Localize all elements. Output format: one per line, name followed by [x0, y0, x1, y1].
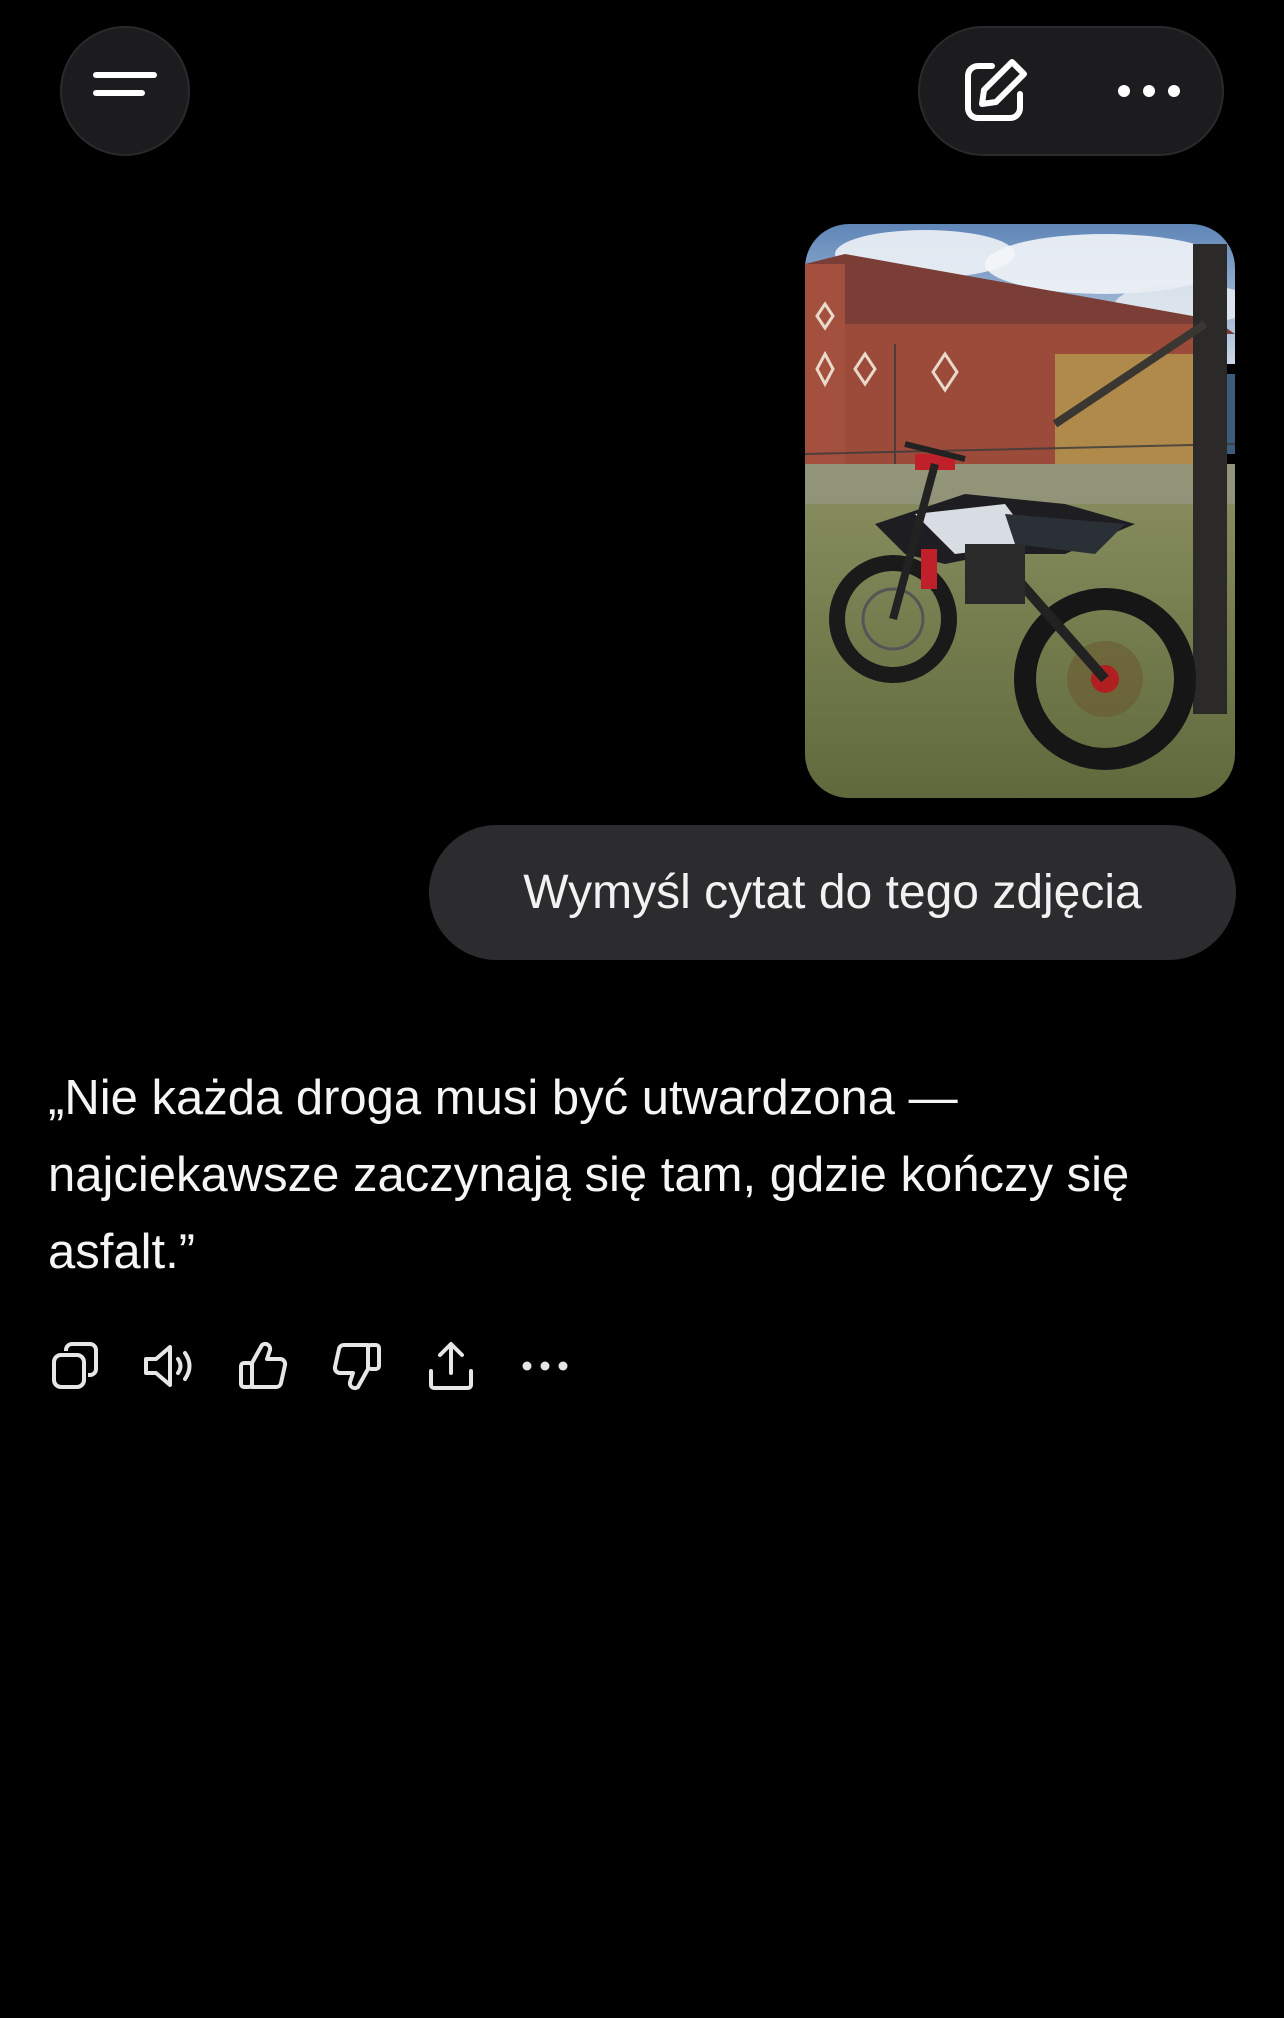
- hamburger-menu-icon: [93, 72, 157, 96]
- read-aloud-button[interactable]: [142, 1339, 196, 1393]
- share-icon: [429, 1342, 473, 1390]
- assistant-message-text: „Nie każda droga musi być utwardzona — n…: [48, 1071, 1130, 1279]
- user-message-bubble[interactable]: Wymyśl cytat do tego zdjęcia: [429, 825, 1236, 960]
- user-message-text: Wymyśl cytat do tego zdjęcia: [523, 866, 1142, 919]
- bad-response-button[interactable]: [330, 1339, 384, 1393]
- new-chat-button[interactable]: [940, 28, 1050, 154]
- header-actions: [918, 26, 1224, 156]
- copy-icon: [52, 1342, 98, 1389]
- more-horizontal-icon: [1118, 85, 1180, 97]
- menu-button[interactable]: [60, 26, 190, 156]
- motorcycle-photo: [805, 224, 1235, 798]
- speaker-icon: [144, 1345, 192, 1387]
- more-options-button[interactable]: [1094, 28, 1204, 154]
- more-actions-button[interactable]: [518, 1339, 572, 1393]
- message-actions: [48, 1336, 572, 1396]
- thumbs-up-icon: [239, 1341, 288, 1389]
- image-attachment[interactable]: [805, 224, 1235, 798]
- copy-button[interactable]: [48, 1339, 102, 1393]
- compose-edit-icon: [965, 59, 1027, 121]
- thumbs-down-icon: [332, 1343, 381, 1391]
- good-response-button[interactable]: [236, 1339, 290, 1393]
- more-horizontal-icon: [522, 1361, 568, 1371]
- share-button[interactable]: [424, 1339, 478, 1393]
